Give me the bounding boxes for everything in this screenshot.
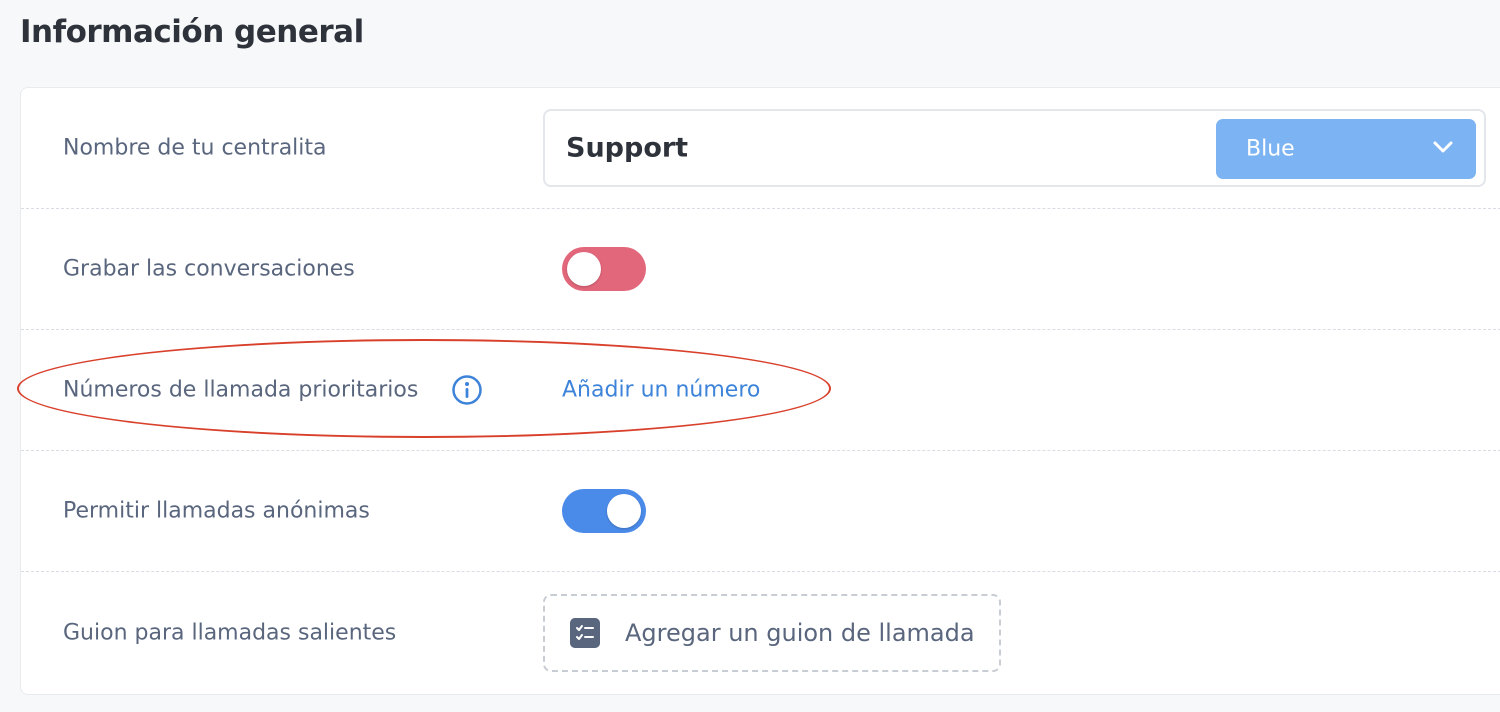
outbound-script-control: Agregar un guion de llamada — [543, 593, 1001, 672]
row-priority-numbers: Números de llamada prioritarios Añadir u… — [21, 330, 1500, 451]
outbound-script-label: Guion para llamadas salientes — [63, 620, 397, 645]
row-switchboard-name: Nombre de tu centralita Support Blue — [21, 88, 1500, 209]
anonymous-calls-label: Permitir llamadas anónimas — [63, 498, 370, 524]
add-call-script-label: Agregar un guion de llamada — [625, 618, 975, 647]
switchboard-name-value[interactable]: Support — [566, 133, 688, 164]
switchboard-name-control: Support Blue — [543, 109, 1486, 187]
anonymous-calls-control — [562, 489, 646, 533]
toggle-knob — [607, 494, 641, 528]
priority-numbers-control: Añadir un número — [562, 378, 760, 403]
add-number-link[interactable]: Añadir un número — [562, 378, 760, 403]
info-icon[interactable] — [451, 374, 483, 406]
row-anonymous-calls: Permitir llamadas anónimas — [21, 451, 1500, 572]
switchboard-name-label: Nombre de tu centralita — [63, 135, 327, 161]
anonymous-calls-toggle[interactable] — [562, 489, 646, 533]
chevron-down-icon — [1433, 141, 1453, 153]
add-call-script-button[interactable]: Agregar un guion de llamada — [543, 593, 1001, 672]
section-title: Información general — [20, 14, 364, 50]
record-conversations-control — [562, 247, 646, 291]
general-info-card: Nombre de tu centralita Support Blue Gra… — [20, 87, 1500, 695]
record-conversations-label: Grabar las conversaciones — [63, 256, 355, 282]
switchboard-name-field[interactable]: Support Blue — [543, 109, 1486, 187]
toggle-knob — [567, 252, 601, 286]
checklist-icon — [570, 617, 600, 648]
color-select[interactable]: Blue — [1216, 119, 1476, 179]
row-record-conversations: Grabar las conversaciones — [21, 209, 1500, 330]
color-select-value: Blue — [1246, 136, 1295, 162]
priority-numbers-label: Números de llamada prioritarios — [63, 377, 419, 403]
record-conversations-toggle[interactable] — [562, 247, 646, 291]
row-outbound-script: Guion para llamadas salientes Agregar un… — [21, 572, 1500, 693]
